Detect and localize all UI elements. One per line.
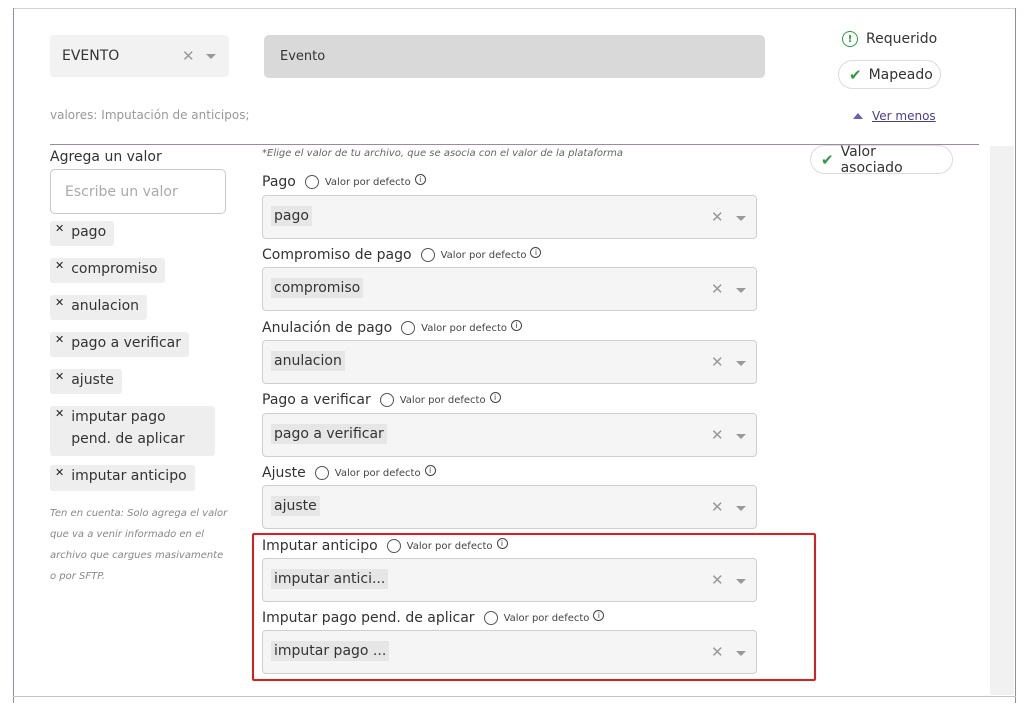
remove-icon[interactable]: ✕ xyxy=(55,407,64,420)
remove-icon[interactable]: ✕ xyxy=(55,259,64,272)
clear-icon[interactable]: ✕ xyxy=(711,353,724,371)
field-label: Anulación de pago xyxy=(262,320,393,336)
info-icon[interactable]: i xyxy=(489,391,501,403)
clear-icon[interactable]: ✕ xyxy=(182,47,195,65)
clear-icon[interactable]: ✕ xyxy=(711,208,724,226)
chevron-down-icon[interactable] xyxy=(736,216,746,221)
platform-field-label: Evento xyxy=(280,49,326,64)
selected-value: pago xyxy=(271,206,312,226)
field-row-label: Anulación de pago Valor por defecto i xyxy=(262,319,522,336)
field-label: Compromiso de pago xyxy=(262,247,412,263)
ver-menos-link[interactable]: Ver menos xyxy=(853,109,936,123)
value-chip: ✕ compromiso xyxy=(50,258,166,283)
chevron-down-icon[interactable] xyxy=(206,54,216,59)
value-select[interactable]: pago a verificar ✕ xyxy=(262,413,757,457)
selected-value: ajuste xyxy=(271,496,320,516)
info-icon[interactable]: i xyxy=(530,246,542,258)
remove-icon[interactable]: ✕ xyxy=(55,333,64,346)
value-chip: ✕ pago a verificar xyxy=(50,332,190,357)
values-note: valores: Imputación de anticipos; xyxy=(50,108,250,122)
field-row-label: Pago Valor por defecto i xyxy=(262,173,426,190)
required-label: Requerido xyxy=(866,31,938,47)
source-column-value: EVENTO xyxy=(62,48,120,64)
value-chip: ✕ anulacion xyxy=(50,295,148,320)
remove-icon[interactable]: ✕ xyxy=(55,222,64,235)
check-icon: ✔ xyxy=(849,65,862,84)
clear-icon[interactable]: ✕ xyxy=(711,280,724,298)
selected-value: pago a verificar xyxy=(271,424,387,444)
field-row-label: Pago a verificar Valor por defecto i xyxy=(262,391,501,408)
field-label: Ajuste xyxy=(262,465,306,481)
default-value-radio[interactable] xyxy=(314,466,329,480)
default-value-label: Valor por defecto xyxy=(440,249,527,261)
field-row-label: Ajuste Valor por defecto i xyxy=(262,464,436,481)
value-chip: ✕ ajuste xyxy=(50,369,122,394)
info-icon[interactable]: i xyxy=(511,319,522,331)
caret-up-icon xyxy=(853,113,863,119)
default-value-label: Valor por defecto xyxy=(334,467,421,479)
source-column-select[interactable]: EVENTO ✕ xyxy=(50,35,229,77)
default-value-radio[interactable] xyxy=(379,393,394,407)
associated-value-badge: ✔ Valor asociado xyxy=(810,143,953,176)
chip-label: imputar anticipo xyxy=(71,468,187,484)
value-input[interactable]: Escribe un valor xyxy=(50,169,226,214)
value-chip: ✕ imputar anticipo xyxy=(50,465,195,491)
chip-label: imputar pago pend. de aplicar xyxy=(71,409,185,447)
exclamation-circle-icon: ! xyxy=(842,31,858,47)
selected-value: anulacion xyxy=(271,351,345,371)
frame-left-border xyxy=(13,8,14,703)
clear-icon[interactable]: ✕ xyxy=(711,426,724,444)
required-indicator: ! Requerido xyxy=(842,31,937,47)
value-input-placeholder: Escribe un valor xyxy=(65,183,178,200)
frame-right-border xyxy=(1015,8,1016,703)
default-value-label: Valor por defecto xyxy=(324,176,411,188)
default-value-radio[interactable] xyxy=(420,248,435,262)
chip-label: pago a verificar xyxy=(71,335,182,351)
default-value-radio[interactable] xyxy=(401,321,416,335)
chip-label: pago xyxy=(71,224,107,240)
ver-menos-label[interactable]: Ver menos xyxy=(872,109,936,123)
field-label: Pago xyxy=(262,174,296,190)
highlight-box xyxy=(252,533,816,681)
value-chip: ✕ imputar pago pend. de aplicar xyxy=(50,406,215,456)
info-icon[interactable]: i xyxy=(424,464,436,476)
clear-icon[interactable]: ✕ xyxy=(711,498,724,516)
chevron-down-icon[interactable] xyxy=(736,288,746,293)
selected-value: compromiso xyxy=(271,278,364,298)
chip-label: ajuste xyxy=(71,372,114,388)
value-select[interactable]: compromiso ✕ xyxy=(262,267,757,311)
chevron-down-icon[interactable] xyxy=(736,361,746,366)
mapped-status-badge: ✔ Mapeado xyxy=(838,60,941,89)
associated-value-label: Valor asociado xyxy=(840,143,903,176)
add-value-title: Agrega un valor xyxy=(50,149,162,165)
default-value-radio[interactable] xyxy=(304,175,319,189)
chip-label: compromiso xyxy=(71,261,158,277)
frame-bottom-border xyxy=(13,696,1016,697)
remove-icon[interactable]: ✕ xyxy=(55,370,64,383)
default-value-label: Valor por defecto xyxy=(399,394,486,406)
frame-top-border xyxy=(13,8,1016,9)
platform-field-name: Evento xyxy=(264,35,765,78)
field-row-label: Compromiso de pago Valor por defecto i xyxy=(262,246,542,263)
value-select[interactable]: ajuste ✕ xyxy=(262,485,757,529)
chevron-down-icon[interactable] xyxy=(736,434,746,439)
default-value-label: Valor por defecto xyxy=(421,322,507,334)
remove-icon[interactable]: ✕ xyxy=(55,466,64,479)
instruction-text: *Elige el valor de tu archivo, que se as… xyxy=(262,148,624,159)
chip-label: anulacion xyxy=(71,298,140,314)
value-select[interactable]: pago ✕ xyxy=(262,195,757,239)
value-select[interactable]: anulacion ✕ xyxy=(262,340,757,384)
field-label: Pago a verificar xyxy=(262,392,371,408)
chevron-down-icon[interactable] xyxy=(736,506,746,511)
help-note: Ten en cuenta: Solo agrega el valor que … xyxy=(50,508,228,582)
value-chip: ✕ pago xyxy=(50,221,115,246)
scroll-gutter xyxy=(990,146,1014,695)
check-icon: ✔ xyxy=(821,150,834,169)
remove-icon[interactable]: ✕ xyxy=(55,296,64,309)
mapped-label: Mapeado xyxy=(868,66,933,83)
info-icon[interactable]: i xyxy=(414,173,426,185)
